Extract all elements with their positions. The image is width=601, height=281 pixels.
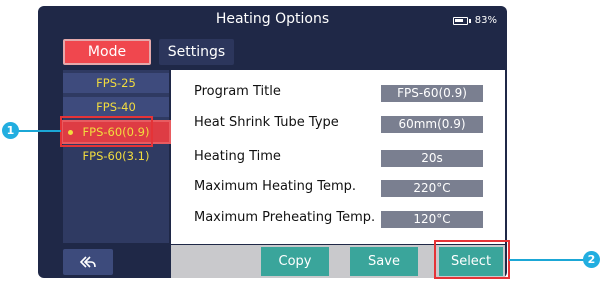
window-title: Heating Options [215, 11, 330, 27]
setting-label: Maximum Heating Temp. [194, 179, 357, 194]
tab-mode[interactable]: Mode [63, 39, 151, 65]
callout-1-badge: 1 [2, 122, 19, 139]
title-bar: Heating Options 83% [38, 6, 507, 34]
program-item-fps-60-3-1[interactable]: FPS-60(3.1) [63, 146, 169, 166]
tab-bar: Mode Settings [63, 39, 234, 65]
setting-row-tube-type: Heat Shrink Tube Type 60mm(0.9) [171, 114, 505, 134]
copy-button[interactable]: Copy [261, 247, 329, 276]
save-button[interactable]: Save [350, 247, 418, 276]
settings-panel: Program Title FPS-60(0.9) Heat Shrink Tu… [171, 70, 505, 244]
program-list: FPS-25 FPS-40 FPS-60(0.9) FPS-60(3.1) [61, 70, 171, 243]
setting-value-field[interactable]: 60mm(0.9) [381, 116, 483, 133]
setting-row-program-title: Program Title FPS-60(0.9) [171, 83, 505, 103]
setting-label: Heating Time [194, 149, 281, 164]
callout-2-line [509, 259, 585, 261]
setting-row-max-heating-temp: Maximum Heating Temp. 220°C [171, 178, 505, 198]
setting-label: Heat Shrink Tube Type [194, 115, 339, 130]
callout-1-highlight [60, 116, 153, 147]
setting-row-heating-time: Heating Time 20s [171, 148, 505, 168]
tab-settings[interactable]: Settings [159, 39, 234, 65]
setting-label: Program Title [194, 84, 281, 99]
battery-fill [454, 18, 463, 22]
battery-percent: 83% [474, 15, 497, 26]
setting-label: Maximum Preheating Temp. [194, 210, 376, 225]
back-button[interactable] [63, 249, 113, 275]
program-item-fps-25[interactable]: FPS-25 [63, 73, 169, 93]
battery-icon [452, 16, 468, 25]
battery-tip [468, 18, 471, 23]
setting-value-field[interactable]: 220°C [381, 180, 483, 197]
callout-1-line [15, 130, 61, 132]
callout-2-badge: 2 [583, 251, 600, 268]
callout-2-highlight [434, 240, 510, 279]
setting-value-field[interactable]: 20s [381, 150, 483, 167]
setting-row-max-preheating-temp: Maximum Preheating Temp. 120°C [171, 209, 505, 229]
setting-value-field[interactable]: 120°C [381, 211, 483, 228]
setting-value-field[interactable]: FPS-60(0.9) [381, 85, 483, 102]
reply-all-icon [79, 256, 96, 268]
battery-indicator: 83% [452, 15, 497, 26]
program-item-fps-40[interactable]: FPS-40 [63, 97, 169, 117]
